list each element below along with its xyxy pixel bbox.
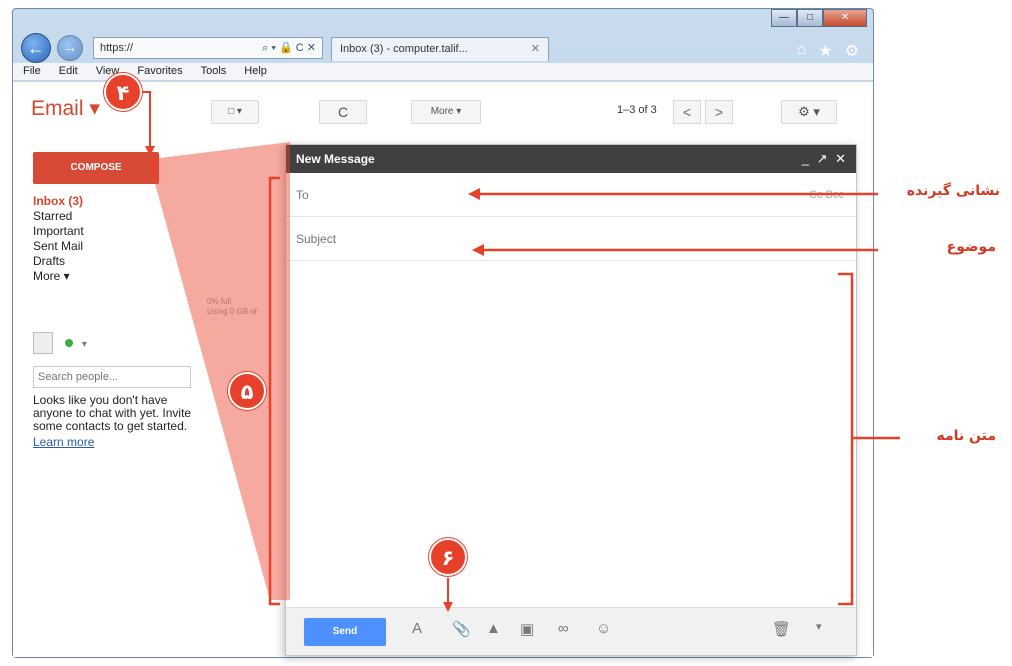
email-logo[interactable]: Email ▾ xyxy=(31,96,100,121)
refresh-button[interactable]: C xyxy=(319,100,367,124)
message-count: 1–3 of 3 xyxy=(617,104,657,116)
browser-tab[interactable]: Inbox (3) - computer.talif... ✕ xyxy=(331,37,549,61)
close-window-button[interactable]: ✕ xyxy=(823,9,867,27)
address-text: https:// xyxy=(100,42,134,54)
subject-input[interactable] xyxy=(296,232,596,246)
to-input[interactable] xyxy=(296,188,596,202)
folder-sent-mail[interactable]: Sent Mail xyxy=(33,239,84,254)
avatar[interactable] xyxy=(33,332,53,354)
address-bar[interactable]: https:// ⌕ ▾ 🔒 C ✕ xyxy=(93,37,323,59)
folder-starred[interactable]: Starred xyxy=(33,209,84,224)
menu-tools[interactable]: Tools xyxy=(201,63,227,80)
window-controls: — □ ✕ xyxy=(771,9,867,27)
folder-important[interactable]: Important xyxy=(33,224,84,239)
menu-favorites[interactable]: Favorites xyxy=(137,63,182,80)
home-icon[interactable]: ⌂ xyxy=(797,41,807,61)
next-page-button[interactable]: > xyxy=(705,100,733,124)
camera-icon[interactable]: ▣ xyxy=(520,620,534,638)
message-body-area[interactable] xyxy=(286,261,856,587)
minimize-button[interactable]: — xyxy=(771,9,797,27)
status-dot-icon[interactable] xyxy=(65,339,74,347)
folder-drafts[interactable]: Drafts xyxy=(33,254,84,269)
folder-more[interactable]: More ▾ xyxy=(33,269,84,284)
menu-bar: File Edit View Favorites Tools Help xyxy=(13,63,873,81)
screenshot-stage: — □ ✕ ← → https:// ⌕ ▾ 🔒 C ✕ Inbox (3) -… xyxy=(0,0,1012,666)
label-recipient: نشانی گیرنده xyxy=(906,183,1000,199)
step-marker-4: ۴ xyxy=(104,73,142,111)
tab-title: Inbox (3) - computer.talif... xyxy=(340,43,468,55)
menu-edit[interactable]: Edit xyxy=(59,63,78,80)
drive-icon[interactable]: ▲ xyxy=(486,620,501,637)
attach-file-icon[interactable]: 📎 xyxy=(452,620,471,638)
to-field[interactable]: Cc Bcc xyxy=(286,173,856,217)
compose-title: New Message xyxy=(296,152,375,166)
search-people-input[interactable] xyxy=(33,366,191,388)
forward-arrow-icon[interactable]: → xyxy=(57,35,83,61)
step-marker-6: ۶ xyxy=(429,538,467,576)
text-formatting-icon[interactable]: A xyxy=(412,620,422,637)
gear-icon[interactable]: ⚙ xyxy=(845,41,859,61)
link-icon[interactable]: ∞ xyxy=(558,620,569,637)
storage-line-2: Using 0 GB of xyxy=(207,307,257,316)
subject-field[interactable] xyxy=(286,217,856,261)
folder-list: Inbox (3) Starred Important Sent Mail Dr… xyxy=(33,194,84,284)
chevron-down-icon[interactable]: ▾ xyxy=(82,339,87,350)
favorites-star-icon[interactable]: ★ xyxy=(818,41,832,61)
label-message-body: متن نامه xyxy=(936,428,996,444)
prev-page-button[interactable]: < xyxy=(673,100,701,124)
compose-window: New Message _ ↗ ✕ Cc Bcc Send A 📎 ▲ ▣ xyxy=(285,144,857,656)
compose-button[interactable]: COMPOSE xyxy=(33,152,159,184)
settings-button[interactable]: ⚙ ▾ xyxy=(781,100,837,124)
compose-bottom-bar: Send A 📎 ▲ ▣ ∞ ☺ 🗑 ▾ xyxy=(286,607,856,655)
trash-icon[interactable]: 🗑 xyxy=(772,620,791,638)
step-marker-5: ۵ xyxy=(228,372,266,410)
browser-icons: ⌂ ★ ⚙ xyxy=(797,41,859,61)
learn-more-link[interactable]: Learn more xyxy=(33,435,94,449)
folder-inbox[interactable]: Inbox (3) xyxy=(33,194,84,209)
compose-window-controls[interactable]: _ ↗ ✕ xyxy=(802,145,848,173)
label-subject: موضوع xyxy=(946,239,996,255)
menu-file[interactable]: File xyxy=(23,63,41,80)
back-arrow-icon[interactable]: ← xyxy=(21,33,51,63)
menu-help[interactable]: Help xyxy=(244,63,267,80)
chat-panel: ▾ Looks like you don't have anyone to ch… xyxy=(33,332,203,451)
more-button[interactable]: More ▾ xyxy=(411,100,481,124)
more-options-chevron-icon[interactable]: ▾ xyxy=(816,620,822,633)
storage-info: 0% full Using 0 GB of xyxy=(207,297,257,317)
send-button[interactable]: Send xyxy=(304,618,386,646)
cc-bcc-links[interactable]: Cc Bcc xyxy=(809,173,844,217)
address-tools[interactable]: ⌕ ▾ 🔒 C ✕ xyxy=(262,38,316,58)
compose-header: New Message _ ↗ ✕ xyxy=(286,145,856,173)
emoji-icon[interactable]: ☺ xyxy=(596,620,611,637)
maximize-button[interactable]: □ xyxy=(797,9,823,27)
select-checkbox-button[interactable]: □ ▾ xyxy=(211,100,259,124)
chat-empty-message: Looks like you don't have anyone to chat… xyxy=(33,393,192,433)
storage-line-1: 0% full xyxy=(207,297,232,306)
tab-close-icon[interactable]: ✕ xyxy=(531,38,540,60)
